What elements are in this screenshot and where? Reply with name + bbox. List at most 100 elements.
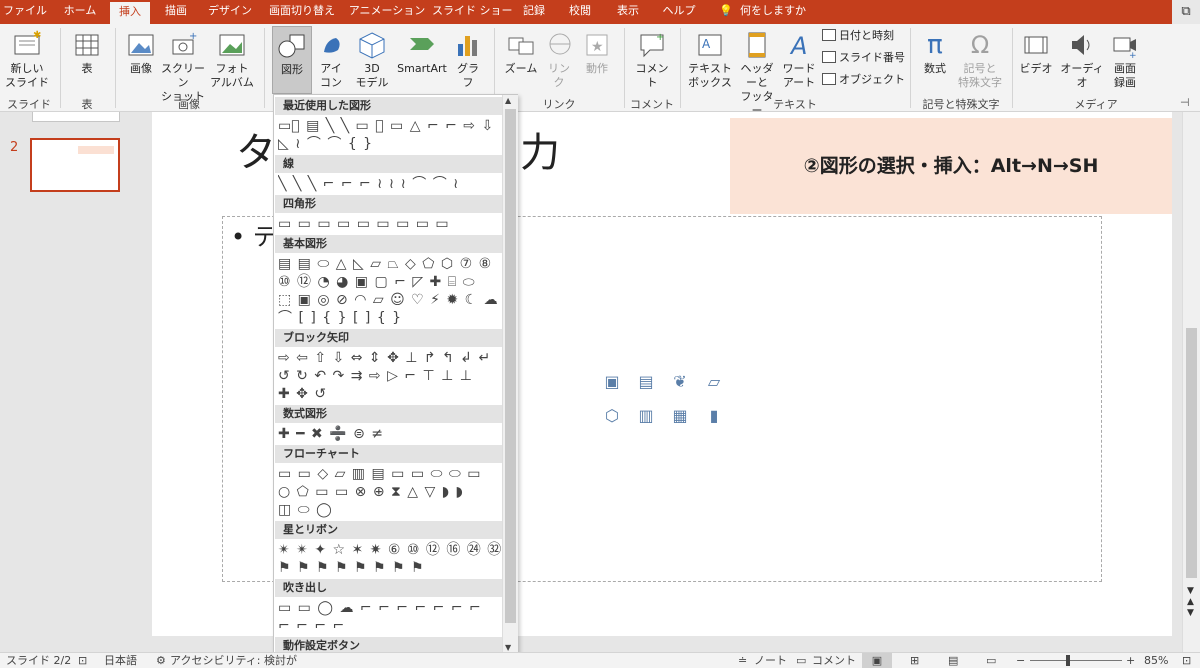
shape-row-arrows-2[interactable]: ↺ ↻ ↶ ↷ ⇉ ⇨ ▷ ⌐ ⊤ ⊥ ⊥ <box>278 367 502 385</box>
3d-models-button[interactable]: 3D モデル <box>352 30 392 90</box>
tellme-box[interactable]: 何をしますか <box>738 0 808 24</box>
scroll-up-icon[interactable]: ▲ <box>505 96 511 105</box>
zoom-out-icon[interactable]: − <box>1016 653 1025 668</box>
shape-row-math[interactable]: ✚ ━ ✖ ➗ ⊜ ≠ <box>278 425 502 443</box>
new-slide-button[interactable]: ✱ 新しい スライド <box>4 30 50 90</box>
shapes-button[interactable]: 図形 <box>272 26 312 94</box>
tab-record[interactable]: 記録 <box>514 0 554 24</box>
window-restore-icon[interactable]: ⧉ <box>1172 0 1200 24</box>
tab-home[interactable]: ホーム <box>54 0 106 24</box>
shape-row-flow-2[interactable]: ○ ⬠ ▭ ▭ ⊗ ⊕ ⧗ △ ▽ ◗ ◗ <box>278 483 502 501</box>
symbol-button[interactable]: Ω 記号と 特殊文字 <box>956 30 1004 90</box>
date-time-button[interactable]: 日付と時刻 <box>822 28 894 44</box>
language[interactable]: 日本語 <box>104 653 137 668</box>
normal-view-icon[interactable]: ▣ <box>862 653 892 668</box>
audio-button[interactable]: オーディオ <box>1058 30 1106 90</box>
photo-album-button[interactable]: フォト アルバム <box>208 30 256 90</box>
scroll-down-icon[interactable]: ▼ <box>505 643 511 652</box>
tab-review[interactable]: 校閲 <box>558 0 602 24</box>
slideshow-icon[interactable]: ▭ <box>986 653 996 668</box>
gallery-scrollbar[interactable]: ▲ ▼ <box>502 95 518 657</box>
notes-toggle-icon[interactable]: ⊡ <box>78 653 87 668</box>
tab-file[interactable]: ファイル <box>0 0 50 24</box>
comment-label: コメント <box>635 62 669 89</box>
tab-insert[interactable]: 挿入 <box>110 0 150 24</box>
shape-row-recent-2[interactable]: ◺ ≀ ⌒ ⌒ { } <box>278 135 502 153</box>
shape-row-rectangles[interactable]: ▭ ▭ ▭ ▭ ▭ ▭ ▭ ▭ ▭ <box>278 215 502 233</box>
shape-row-basic-2[interactable]: ⑩ ⑫ ◔ ◕ ▣ ▢ ⌐ ◸ ✚ ⌸ ⬭ <box>278 273 502 291</box>
table-button[interactable]: 表 <box>68 30 106 76</box>
shape-row-basic-4[interactable]: ⌒ [ ] { } [ ] { } <box>278 309 502 327</box>
insert-icon-icon[interactable]: ❦ <box>669 373 691 391</box>
insert-video-icon[interactable]: ▥ <box>635 407 657 425</box>
shape-row-basic-1[interactable]: ▤ ▤ ⬭ △ ◺ ▱ ⏢ ◇ ⬠ ⬡ ⑦ ⑧ <box>278 255 502 273</box>
tab-transitions[interactable]: 画面切り替え <box>262 0 342 24</box>
tab-animations[interactable]: アニメーション <box>346 0 428 24</box>
insert-picture-icon[interactable]: ▣ <box>601 373 623 391</box>
image-button[interactable]: 画像 <box>124 30 158 76</box>
zoom-button[interactable]: ズーム <box>502 30 540 76</box>
shape-row-recent-1[interactable]: ▭⃞ ▤ ╲ ╲ ▭ ⬭ ▭ △ ⌐ ⌐ ⇨ ⇩ <box>278 117 502 135</box>
vertical-scrollbar[interactable]: ▼ ▲ ▼ <box>1182 112 1200 652</box>
comment-button[interactable]: + コメント <box>632 30 672 90</box>
zoom-slider[interactable] <box>1030 660 1122 661</box>
shape-row-callouts-1[interactable]: ▭ ▭ ◯ ☁ ⌐ ⌐ ⌐ ⌐ ⌐ ⌐ ⌐ <box>278 599 502 617</box>
shape-row-flow-1[interactable]: ▭ ▭ ◇ ▱ ▥ ▤ ▭ ▭ ⬭ ⬭ ▭ <box>278 465 502 483</box>
svg-text:✱: ✱ <box>33 30 41 41</box>
link-button[interactable]: リン ク <box>544 30 574 90</box>
smartart-icon <box>406 30 438 60</box>
screen-record-button[interactable]: + 画面 録画 <box>1108 30 1142 90</box>
notes-button[interactable]: ノート <box>754 653 787 668</box>
insert-online-picture-icon[interactable]: ▤ <box>635 373 657 391</box>
tab-design[interactable]: デザイン <box>202 0 258 24</box>
zoom-level[interactable]: 85% <box>1144 653 1168 668</box>
slide-number-button[interactable]: スライド番号 <box>822 50 905 66</box>
category-flowchart: フローチャート <box>275 445 502 463</box>
fit-window-icon[interactable]: ⊡ <box>1182 653 1191 668</box>
slide-sorter-icon[interactable]: ⊞ <box>910 653 919 668</box>
shapes-label: 図形 <box>281 63 303 76</box>
shape-row-stars-2[interactable]: ⚑ ⚑ ⚑ ⚑ ⚑ ⚑ ⚑ ⚑ <box>278 559 502 577</box>
tab-draw[interactable]: 描画 <box>154 0 198 24</box>
callout-box[interactable]: ②図形の選択・挿入：Alt→N→SH <box>730 118 1172 214</box>
shape-row-arrows-3[interactable]: ✚ ✥ ↺ <box>278 385 502 403</box>
video-button[interactable]: ビデオ <box>1018 30 1054 76</box>
gallery-scroll-thumb[interactable] <box>505 109 516 623</box>
equation-button[interactable]: π 数式 <box>916 30 954 76</box>
icons-button[interactable]: アイ コン <box>316 30 346 90</box>
object-button[interactable]: オブジェクト <box>822 72 905 88</box>
shape-row-basic-3[interactable]: ⬚ ▣ ◎ ⊘ ◠ ▱ ☺ ♡ ⚡ ✹ ☾ ☁ <box>278 291 502 309</box>
insert-table-icon[interactable]: ▦ <box>669 407 691 425</box>
textbox-button[interactable]: A テキスト ボックス <box>686 30 734 90</box>
comments-button[interactable]: コメント <box>812 653 856 668</box>
slide-thumbnail-1[interactable] <box>32 112 120 122</box>
insert-3d-model-icon[interactable]: ⬡ <box>601 407 623 425</box>
title-placeholder-right[interactable]: 力 <box>520 120 560 178</box>
tab-slideshow[interactable]: スライド ショー <box>432 0 513 24</box>
shape-row-callouts-2[interactable]: ⌐ ⌐ ⌐ ⌐ <box>278 617 502 635</box>
accessibility-status[interactable]: アクセシビリティ: 検討が <box>170 653 297 668</box>
slide-thumbnail-2[interactable] <box>30 138 120 192</box>
insert-smartart-icon[interactable]: ▱ <box>703 373 725 391</box>
title-placeholder-left[interactable]: タ <box>236 120 276 178</box>
scroll-thumb[interactable] <box>1186 328 1197 578</box>
tab-view[interactable]: 表示 <box>606 0 650 24</box>
wordart-button[interactable]: A ワード アート <box>780 30 818 90</box>
shape-row-lines[interactable]: ╲ ╲ ╲ ⌐ ⌐ ⌐ ≀ ≀ ≀ ⌒ ⌒ ≀ <box>278 175 502 193</box>
insert-chart-icon[interactable]: ▮ <box>703 407 725 425</box>
zoom-in-icon[interactable]: + <box>1126 653 1135 668</box>
chart-button[interactable]: グラフ <box>452 30 484 90</box>
pin-icon[interactable]: ⊣ <box>1180 96 1190 109</box>
shape-row-flow-3[interactable]: ◫ ⬭ ◯ <box>278 501 502 519</box>
tab-help[interactable]: ヘルプ <box>654 0 704 24</box>
scroll-arrows[interactable]: ▼ ▲ ▼ <box>1187 586 1194 619</box>
zoom-slider-thumb[interactable] <box>1066 655 1070 666</box>
cube-icon <box>356 30 388 60</box>
action-button[interactable]: ★ 動作 <box>580 30 614 76</box>
svg-text:A: A <box>702 37 711 51</box>
smartart-button[interactable]: SmartArt <box>396 30 448 76</box>
shape-row-arrows-1[interactable]: ⇨ ⇦ ⇧ ⇩ ⇔ ⇕ ✥ ⊥ ↱ ↰ ↲ ↵ <box>278 349 502 367</box>
screenshot-button[interactable]: + スクリーン ショット <box>160 30 206 104</box>
shape-row-stars-1[interactable]: ✴ ✴ ✦ ☆ ✶ ✷ ⑥ ⑩ ⑫ ⑯ ㉔ ㉜ <box>278 541 502 559</box>
reading-view-icon[interactable]: ▤ <box>948 653 958 668</box>
